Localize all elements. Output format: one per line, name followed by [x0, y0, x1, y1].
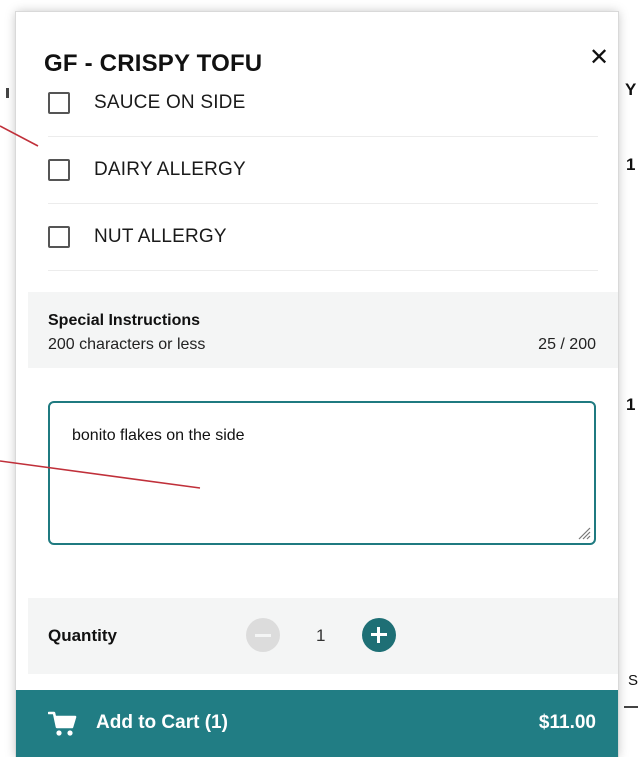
item-options-modal: GF - CRISPY TOFU ✕ SAUCE ON SIDE DAIRY A…: [16, 12, 618, 757]
background-text: 1: [626, 395, 636, 414]
background-text: Y: [625, 80, 637, 99]
checkbox[interactable]: [48, 159, 70, 181]
add-to-cart-button[interactable]: Add to Cart (1) $11.00: [16, 690, 618, 757]
option-sauce-on-side[interactable]: SAUCE ON SIDE: [48, 70, 598, 137]
plus-circle-icon[interactable]: [362, 618, 396, 652]
close-icon[interactable]: ✕: [586, 46, 612, 72]
quantity-label: Quantity: [48, 626, 117, 645]
background-rule: [624, 706, 638, 708]
quantity-value: 1: [316, 626, 326, 645]
character-counter: 25 / 200: [538, 336, 596, 353]
instructions-heading: Special Instructions: [48, 312, 201, 329]
special-instructions-header: Special Instructions 200 characters or l…: [28, 292, 618, 368]
instructions-subtext: 200 characters or less: [48, 336, 206, 353]
background-text: S: [628, 672, 638, 689]
option-nut-allergy[interactable]: NUT ALLERGY: [48, 204, 598, 271]
option-dairy-allergy[interactable]: DAIRY ALLERGY: [48, 137, 598, 204]
cart-total: $11.00: [538, 712, 596, 733]
minus-circle-icon[interactable]: [246, 618, 280, 652]
background-rule: [6, 88, 9, 98]
background-page-right: [618, 0, 638, 757]
resize-grip-icon[interactable]: [577, 526, 591, 540]
background-page-left: [0, 0, 16, 757]
quantity-stepper: Quantity 1: [28, 598, 618, 674]
option-label: SAUCE ON SIDE: [94, 92, 246, 113]
checkbox[interactable]: [48, 92, 70, 114]
checkbox[interactable]: [48, 226, 70, 248]
special-instructions-field[interactable]: bonito flakes on the side: [48, 401, 596, 545]
background-text: 1: [626, 155, 636, 174]
add-to-cart-label: Add to Cart (1): [96, 712, 228, 733]
option-label: NUT ALLERGY: [94, 226, 227, 247]
shopping-cart-icon: [48, 711, 77, 736]
special-instructions-input[interactable]: bonito flakes on the side: [50, 403, 594, 543]
option-label: DAIRY ALLERGY: [94, 159, 246, 180]
